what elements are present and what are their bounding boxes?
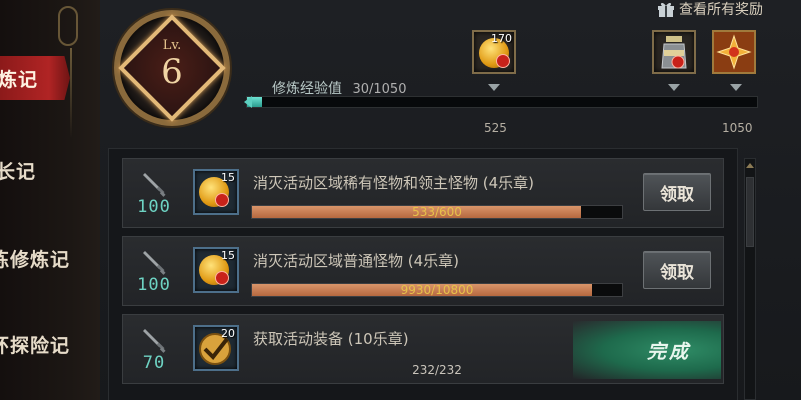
decorative-line bbox=[70, 48, 72, 138]
milestone-pointer-icon bbox=[730, 84, 742, 91]
milestone-reward-3[interactable] bbox=[712, 30, 756, 74]
sidebar: 炼记 长记 练修炼记 环探险记 bbox=[0, 0, 100, 400]
claim-button[interactable]: 领取 bbox=[643, 173, 711, 211]
quest-points: 100 bbox=[137, 197, 171, 217]
quest-complete-label: 完成 bbox=[646, 340, 691, 363]
sword-icon bbox=[143, 251, 166, 275]
scroll-thumb[interactable] bbox=[746, 177, 754, 247]
xp-bar bbox=[246, 96, 758, 108]
quest-title: 获取活动装备 (10乐章) bbox=[253, 330, 409, 348]
sidebar-item-label: 长记 bbox=[0, 160, 37, 183]
view-all-rewards-link[interactable]: 查看所有奖励 bbox=[657, 0, 763, 18]
sidebar-item-label: 炼记 bbox=[0, 68, 39, 91]
scroll-up-icon[interactable] bbox=[746, 160, 754, 168]
view-all-rewards-label: 查看所有奖励 bbox=[679, 2, 763, 18]
quest-progress-bar: 232/232 bbox=[251, 355, 623, 377]
sidebar-item-label: 练修炼记 bbox=[0, 248, 71, 271]
xp-tick-max: 1050 bbox=[722, 121, 753, 135]
quest-reward-icon[interactable]: 20 bbox=[193, 325, 239, 371]
quest-complete-badge: 完成 bbox=[573, 321, 721, 379]
quest-reward-count: 20 bbox=[221, 327, 235, 340]
level-badge: Lv. 6 bbox=[108, 0, 236, 130]
quest-row: 70 20 获取活动装备 (10乐章) 232/232 完成 bbox=[122, 314, 724, 384]
milestone-pointer-icon bbox=[488, 84, 500, 91]
quest-reward-icon[interactable]: 15 bbox=[193, 247, 239, 293]
quest-reward-icon[interactable]: 15 bbox=[193, 169, 239, 215]
potion-jar-icon bbox=[661, 36, 687, 69]
sidebar-item-label: 环探险记 bbox=[0, 334, 71, 357]
stamp-icon bbox=[496, 54, 510, 68]
sword-icon bbox=[143, 173, 166, 197]
level-number: 6 bbox=[161, 52, 183, 92]
level-prefix: Lv. bbox=[162, 38, 182, 53]
xp-pointer-icon bbox=[244, 96, 252, 108]
quest-progress-text: 232/232 bbox=[412, 363, 462, 377]
quest-row: 100 15 消灭活动区域稀有怪物和领主怪物 (4乐章) 533/600 领取 bbox=[122, 158, 724, 228]
xp-label-group: 修炼经验值 30/1050 bbox=[272, 78, 406, 98]
quest-progress-text: 533/600 bbox=[412, 205, 462, 219]
sidebar-item-growth-log[interactable]: 长记 bbox=[0, 148, 86, 192]
sword-icon bbox=[143, 329, 166, 353]
quest-points: 70 bbox=[142, 353, 166, 373]
sidebar-item-training-log[interactable]: 炼记 bbox=[0, 56, 70, 100]
gift-icon bbox=[658, 2, 674, 17]
quest-progress-bar: 9930/10800 bbox=[251, 283, 623, 297]
quest-title: 消灭活动区域普通怪物 (4乐章) bbox=[253, 252, 460, 270]
gold-star-emblem-icon bbox=[714, 32, 754, 72]
xp-tick-mid: 525 bbox=[484, 121, 507, 135]
xp-label: 修炼经验值 bbox=[272, 81, 342, 97]
sidebar-item-adventure-log[interactable]: 环探险记 bbox=[0, 322, 86, 366]
stamp-icon bbox=[215, 193, 229, 207]
quest-points: 100 bbox=[137, 275, 171, 295]
scrollbar[interactable] bbox=[744, 158, 756, 400]
quest-reward-count: 15 bbox=[221, 249, 235, 262]
quest-progress-text: 9930/10800 bbox=[400, 283, 474, 297]
quest-title: 消灭活动区域稀有怪物和领主怪物 (4乐章) bbox=[253, 174, 535, 192]
quest-reward-count: 15 bbox=[221, 171, 235, 184]
quest-progress-bar: 533/600 bbox=[251, 205, 623, 219]
milestone-pointer-icon bbox=[668, 84, 680, 91]
quest-row: 100 15 消灭活动区域普通怪物 (4乐章) 9930/10800 领取 bbox=[122, 236, 724, 306]
claim-button[interactable]: 领取 bbox=[643, 251, 711, 289]
stamp-icon bbox=[215, 271, 229, 285]
xp-value: 30/1050 bbox=[352, 82, 407, 97]
sidebar-item-practice-log[interactable]: 练修炼记 bbox=[0, 236, 86, 280]
decorative-ring bbox=[58, 6, 78, 46]
milestone-reward-2[interactable] bbox=[652, 30, 696, 74]
milestone-reward-1[interactable]: 170 bbox=[472, 30, 516, 74]
milestone-reward-count: 170 bbox=[491, 32, 512, 45]
